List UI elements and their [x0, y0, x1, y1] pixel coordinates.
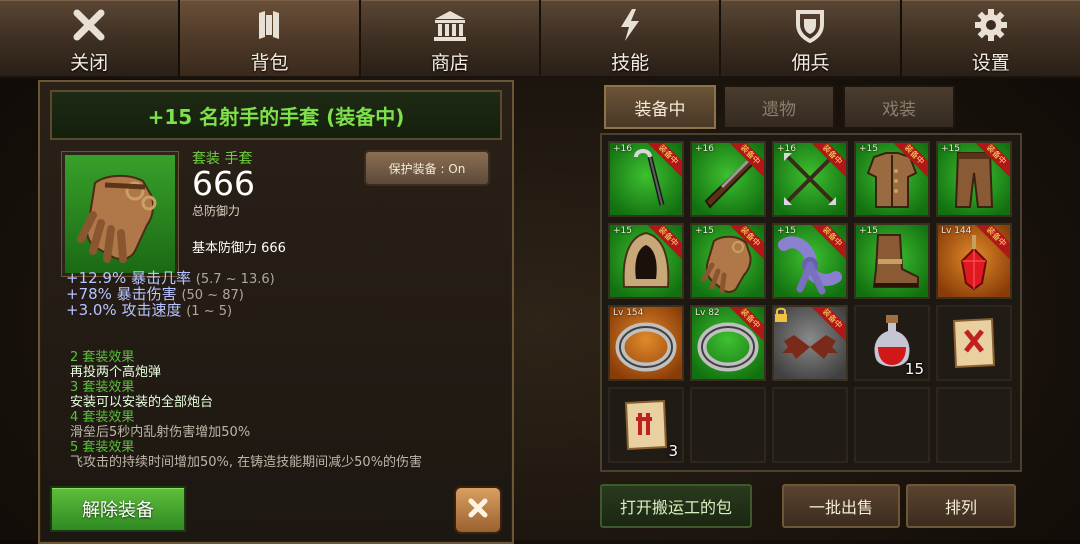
- gloves-icon: [77, 175, 157, 263]
- inventory-slot[interactable]: Lv 82 装备中: [690, 305, 766, 381]
- item-level: Lv 154: [613, 308, 644, 318]
- tab-settings-label: 设置: [971, 52, 1010, 74]
- sort-button[interactable]: 排列: [906, 484, 1016, 528]
- inventory-slot[interactable]: 15: [854, 305, 930, 381]
- item-quantity: 15: [904, 360, 924, 378]
- lightning-icon: [610, 5, 650, 45]
- bulk-sell-button[interactable]: 一批出售: [782, 484, 900, 528]
- inventory-slot-empty[interactable]: [690, 387, 766, 463]
- set-effect-desc: 滑垒后5秒内乱射伤害增加50%: [70, 425, 251, 440]
- item-detail-panel: +15 名射手的手套 (装备中) 套装 手套 666 总防御力 基本防御力 66…: [38, 80, 514, 544]
- total-defense-value: 666: [192, 164, 255, 203]
- stat-row: +78% 暴击伤害 (50 ~ 87): [66, 286, 506, 303]
- inventory-slot-empty[interactable]: [854, 387, 930, 463]
- open-porter-bag-button[interactable]: 打开搬运工的包: [600, 484, 752, 528]
- protect-equipment-button[interactable]: 保护装备 : On: [364, 150, 490, 186]
- inventory-slot[interactable]: [936, 305, 1012, 381]
- tab-relics[interactable]: 遗物: [723, 85, 835, 129]
- item-level: Lv 82: [695, 308, 720, 318]
- inventory-slot[interactable]: Lv 144 装备中: [936, 223, 1012, 299]
- stat-row: +12.9% 暴击几率 (5.7 ~ 13.6): [66, 270, 506, 287]
- tab-shop[interactable]: 商店: [360, 0, 539, 78]
- lock-icon: [775, 307, 787, 322]
- item-level: +15: [941, 144, 960, 154]
- close-icon: [466, 496, 490, 524]
- stat-range: (5.7 ~ 13.6): [195, 272, 275, 287]
- set-effect-desc: 安装可以安装的全部炮台: [70, 395, 214, 410]
- item-title-bar: +15 名射手的手套 (装备中): [50, 90, 502, 140]
- stat-value: +3.0% 攻击速度: [66, 301, 182, 319]
- set-effect-header: 3 套装效果: [70, 380, 135, 395]
- inventory-slot[interactable]: +15 装备中: [936, 141, 1012, 217]
- item-icon: [62, 152, 178, 276]
- gear-icon: [971, 5, 1011, 45]
- set-effect-header: 4 套装效果: [70, 410, 135, 425]
- armor-icon: [249, 5, 289, 45]
- inventory-slot[interactable]: 3: [608, 387, 684, 463]
- inventory-slot[interactable]: +15: [854, 223, 930, 299]
- set-effect-header: 2 套装效果: [70, 350, 135, 365]
- inventory-slot[interactable]: +15 装备中: [772, 223, 848, 299]
- tab-bag-label: 背包: [250, 52, 289, 74]
- set-effects: 2 套装效果 再投两个高炮弹 3 套装效果 安装可以安装的全部炮台 4 套装效果…: [70, 350, 510, 470]
- base-defense: 基本防御力 666: [192, 241, 286, 256]
- close-x-icon: [69, 5, 109, 45]
- inventory-slot[interactable]: +16 装备中: [772, 141, 848, 217]
- unequip-button[interactable]: 解除装备: [50, 486, 186, 532]
- item-level: +15: [859, 226, 878, 236]
- stat-row: +3.0% 攻击速度 (1 ~ 5): [66, 301, 506, 319]
- item-level: Lv 144: [941, 226, 972, 236]
- shield-icon: [790, 5, 830, 45]
- item-title: +15 名射手的手套 (装备中): [147, 104, 405, 129]
- inventory-slot[interactable]: Lv 154: [608, 305, 684, 381]
- stat-range: (1 ~ 5): [186, 304, 233, 319]
- tab-shop-label: 商店: [430, 52, 469, 74]
- tab-mercenary-label: 佣兵: [791, 52, 830, 74]
- tab-skills[interactable]: 技能: [540, 0, 720, 78]
- shop-building-icon: [430, 5, 470, 45]
- item-level: +15: [859, 144, 878, 154]
- inventory-slot[interactable]: 装备中: [772, 305, 848, 381]
- item-level: +15: [695, 226, 714, 236]
- tab-settings[interactable]: 设置: [901, 0, 1080, 78]
- inventory-grid-panel: +16 装备中 +16 装备中 +16 装备中 +15 装备中 +15 装备中 …: [600, 133, 1022, 472]
- stat-row-clipped: [66, 260, 506, 270]
- item-quantity: 3: [668, 442, 678, 460]
- tab-bag[interactable]: 背包: [180, 0, 359, 78]
- item-level: +16: [613, 144, 632, 154]
- inventory-slot[interactable]: +16 装备中: [690, 141, 766, 217]
- tab-mercenary[interactable]: 佣兵: [721, 0, 900, 78]
- inventory-slot[interactable]: +15 装备中: [690, 223, 766, 299]
- inventory-slot[interactable]: +15 装备中: [854, 141, 930, 217]
- tab-costumes[interactable]: 戏装: [843, 85, 955, 129]
- tab-skills-label: 技能: [611, 52, 650, 74]
- item-level: +15: [613, 226, 632, 236]
- inventory-slot-empty[interactable]: [772, 387, 848, 463]
- set-effect-header: 5 套装效果: [70, 440, 135, 455]
- inventory-grid: +16 装备中 +16 装备中 +16 装备中 +15 装备中 +15 装备中 …: [608, 141, 1012, 463]
- inventory-slot[interactable]: +15 装备中: [608, 223, 684, 299]
- total-defense-label: 总防御力: [192, 204, 241, 218]
- tab-close[interactable]: 关闭: [0, 0, 179, 78]
- top-nav: 关闭 背包 商店 技能 佣兵 设置: [0, 0, 1080, 78]
- item-level: +16: [777, 144, 796, 154]
- set-effect-desc: 飞攻击的持续时间增加50%, 在铸造技能期间减少50%的伤害: [70, 455, 423, 470]
- scroll-icon: [952, 317, 996, 369]
- stat-range: (50 ~ 87): [181, 288, 244, 303]
- close-detail-button[interactable]: [454, 486, 502, 534]
- tab-equipped[interactable]: 装备中: [604, 85, 716, 129]
- set-effect-desc: 再投两个高炮弹: [70, 365, 162, 380]
- item-stats: +12.9% 暴击几率 (5.7 ~ 13.6) +78% 暴击伤害 (50 ~…: [66, 260, 506, 319]
- tab-close-label: 关闭: [70, 52, 109, 74]
- item-level: +16: [695, 144, 714, 154]
- inventory-slot[interactable]: +16 装备中: [608, 141, 684, 217]
- item-level: +15: [777, 226, 796, 236]
- inventory-slot-empty[interactable]: [936, 387, 1012, 463]
